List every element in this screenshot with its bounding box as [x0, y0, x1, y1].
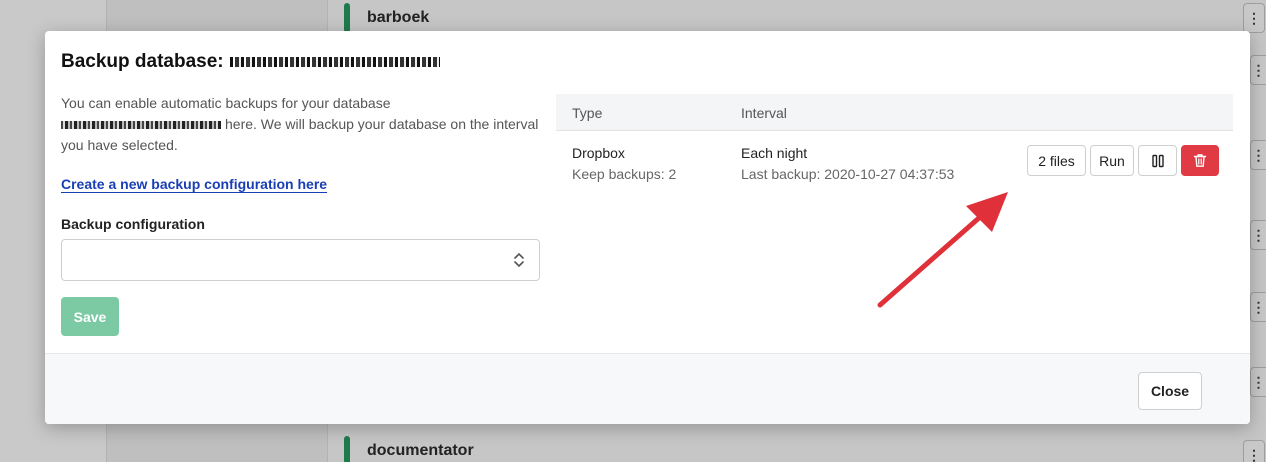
close-button[interactable]: Close: [1138, 372, 1202, 410]
description-text-1: You can enable automatic backups for you…: [61, 95, 391, 111]
modal-title-text: Backup database:: [61, 51, 224, 72]
backup-config-select[interactable]: [61, 239, 540, 281]
keep-backups: Keep backups: 2: [572, 166, 677, 182]
bg-card-title-text: documentator: [367, 442, 474, 459]
pause-icon: [1151, 154, 1164, 167]
kebab-icon[interactable]: ⋮: [1250, 220, 1266, 250]
annotation-arrow-icon: [877, 192, 1008, 308]
run-button[interactable]: Run: [1090, 145, 1134, 176]
save-button[interactable]: Save: [61, 297, 119, 336]
files-button[interactable]: 2 files: [1027, 145, 1086, 176]
kebab-icon[interactable]: ⋮: [1250, 292, 1266, 322]
cell-type: Dropbox Keep backups: 2: [572, 143, 676, 185]
kebab-icon[interactable]: ⋮: [1243, 3, 1265, 33]
bg-card-title-documentator: documentator: [344, 436, 474, 462]
bg-card-title-barboek: barboek: [344, 3, 429, 33]
trash-icon: [1193, 154, 1207, 167]
column-header-interval: Interval: [741, 105, 787, 121]
modal-title: Backup database:: [61, 51, 440, 73]
backup-table: Type Interval Dropbox Keep backups: 2 Ea…: [556, 94, 1233, 191]
backup-config-label: Backup configuration: [61, 216, 205, 232]
column-header-type: Type: [572, 105, 603, 121]
status-bar: [344, 436, 350, 462]
table-header: Type Interval: [556, 94, 1233, 131]
row-actions: 2 files Run: [1027, 145, 1219, 176]
status-bar: [344, 3, 350, 33]
kebab-icon[interactable]: ⋮: [1243, 440, 1265, 462]
kebab-icon[interactable]: ⋮: [1250, 140, 1266, 170]
modal-left-column: You can enable automatic backups for you…: [61, 93, 541, 336]
redacted-database-name: [229, 57, 440, 67]
backup-modal: Backup database: You can enable automati…: [45, 31, 1250, 424]
chevron-updown-icon: [514, 253, 524, 267]
backup-type: Dropbox: [572, 145, 625, 161]
modal-description: You can enable automatic backups for you…: [61, 93, 541, 156]
delete-button[interactable]: [1181, 145, 1219, 176]
kebab-icon[interactable]: ⋮: [1250, 367, 1266, 397]
backup-interval: Each night: [741, 145, 808, 161]
bg-card-title-text: barboek: [367, 9, 430, 26]
modal-footer: Close: [45, 353, 1250, 424]
pause-button[interactable]: [1138, 145, 1177, 176]
cell-interval: Each night Last backup: 2020-10-27 04:37…: [741, 143, 954, 185]
kebab-icon[interactable]: ⋮: [1250, 55, 1266, 85]
create-backup-config-link[interactable]: Create a new backup configuration here: [61, 176, 327, 192]
redacted-database-name: [61, 121, 221, 130]
